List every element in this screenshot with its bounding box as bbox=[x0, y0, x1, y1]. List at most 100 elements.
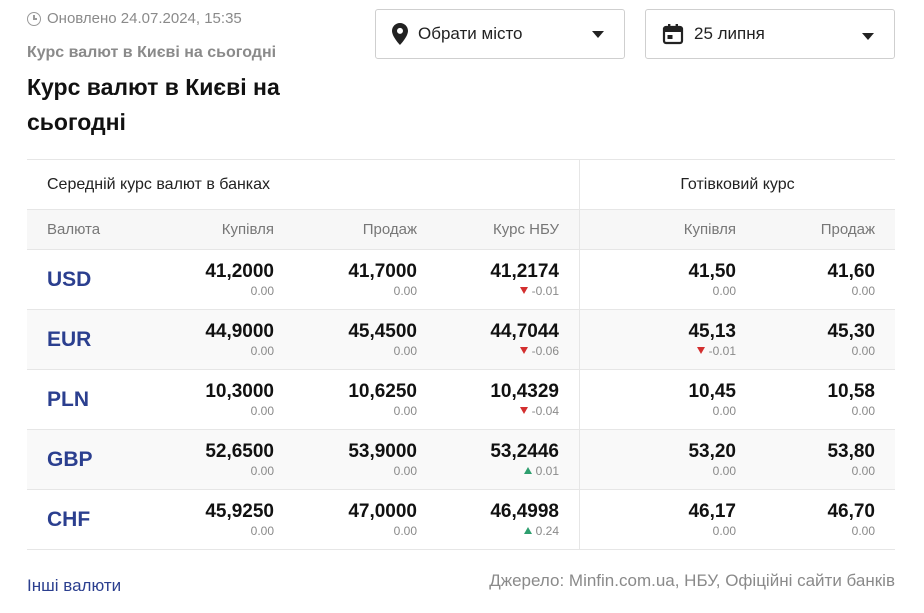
table-row: PLN 10,3000 0.00 10,6250 0.00 10,4329 -0.04 10,… bbox=[27, 370, 895, 430]
bank-buy-value-group: 52,6500 0.00 bbox=[205, 430, 274, 489]
bank-buy-change-text: 0.00 bbox=[250, 403, 274, 418]
arrow-down-icon bbox=[519, 287, 528, 294]
calendar-icon bbox=[662, 24, 684, 45]
nbu-rate-cell: 44,7044 -0.06 bbox=[417, 310, 580, 369]
col-cash-buy: Купівля bbox=[683, 221, 736, 238]
bank-buy-cell: 45,9250 0.00 bbox=[127, 490, 274, 549]
cash-sell-cell: 53,80 0.00 bbox=[736, 430, 895, 489]
cash-buy-change-text: 0.00 bbox=[712, 523, 736, 538]
table-column-headers: Валюта Купівля Продаж Курс НБУ Купівля П… bbox=[27, 210, 895, 250]
nbu-rate-change-text: 0.24 bbox=[535, 523, 559, 538]
bank-sell-value-group: 47,0000 0.00 bbox=[348, 490, 417, 549]
cash-sell-value: 46,70 bbox=[827, 500, 875, 522]
currency-code-link[interactable]: EUR bbox=[47, 328, 91, 352]
cash-buy-cell: 41,50 0.00 bbox=[580, 250, 736, 309]
col-nbu: Курс НБУ bbox=[417, 210, 580, 249]
cash-sell-change-text: 0.00 bbox=[851, 463, 875, 478]
bank-buy-change: 0.00 bbox=[251, 283, 274, 299]
bank-sell-change: 0.00 bbox=[394, 403, 417, 419]
bank-buy-change-text: 0.00 bbox=[250, 283, 274, 298]
arrow-up-icon bbox=[523, 527, 532, 534]
bank-sell-value: 45,4500 bbox=[348, 320, 417, 342]
nbu-rate-cell: 53,2446 0.01 bbox=[417, 430, 580, 489]
arrow-down-icon bbox=[519, 407, 528, 414]
bank-sell-value: 41,7000 bbox=[348, 260, 417, 282]
table-body: USD 41,2000 0.00 41,7000 0.00 41,2174 -0.01 41,… bbox=[27, 250, 895, 550]
city-select[interactable]: Обрати місто bbox=[375, 9, 625, 59]
bank-sell-cell: 47,0000 0.00 bbox=[274, 490, 417, 549]
nbu-rate-value-group: 53,2446 0.01 bbox=[490, 430, 559, 489]
currency-code-link[interactable]: GBP bbox=[47, 448, 93, 472]
page-title: Курс валют в Києві на сьогодні bbox=[27, 74, 280, 135]
city-select-label: Обрати місто bbox=[418, 24, 523, 43]
bank-sell-value-group: 45,4500 0.00 bbox=[348, 310, 417, 369]
cash-sell-cell: 46,70 0.00 bbox=[736, 490, 895, 549]
cash-buy-value-group: 45,13 -0.01 bbox=[688, 310, 736, 369]
nbu-rate-cell: 41,2174 -0.01 bbox=[417, 250, 580, 309]
cash-sell-value: 45,30 bbox=[827, 320, 875, 342]
bank-buy-value-group: 44,9000 0.00 bbox=[205, 310, 274, 369]
cash-buy-change: 0.00 bbox=[713, 403, 736, 419]
nbu-rate-value: 41,2174 bbox=[490, 260, 559, 282]
currency-code-link[interactable]: USD bbox=[47, 268, 91, 292]
nbu-rate-cell: 46,4998 0.24 bbox=[417, 490, 580, 549]
currency-code-link[interactable]: CHF bbox=[47, 508, 90, 532]
cash-buy-change: 0.00 bbox=[713, 283, 736, 299]
table-row: CHF 45,9250 0.00 47,0000 0.00 46,4998 0.24 46,1… bbox=[27, 490, 895, 550]
cash-sell-change-text: 0.00 bbox=[851, 283, 875, 298]
breadcrumb-subtitle: Курс валют в Києві на сьогодні bbox=[27, 44, 277, 61]
chevron-down-icon bbox=[862, 33, 874, 40]
nbu-rate-value-group: 46,4998 0.24 bbox=[490, 490, 559, 549]
bank-buy-change-text: 0.00 bbox=[250, 523, 274, 538]
cash-buy-change: -0.01 bbox=[696, 343, 736, 359]
nbu-rate-change-text: -0.06 bbox=[531, 343, 559, 358]
cash-sell-change: 0.00 bbox=[852, 403, 875, 419]
nbu-rate-value-group: 41,2174 -0.01 bbox=[490, 250, 559, 309]
bank-sell-change: 0.00 bbox=[394, 463, 417, 479]
updated-text: Оновлено 24.07.2024, 15:35 bbox=[47, 10, 242, 27]
bank-sell-value: 10,6250 bbox=[348, 380, 417, 402]
cash-buy-change-text: -0.01 bbox=[708, 343, 736, 358]
bank-sell-cell: 41,7000 0.00 bbox=[274, 250, 417, 309]
cash-sell-value-group: 10,58 0.00 bbox=[827, 370, 875, 429]
cash-buy-value: 45,13 bbox=[688, 320, 736, 342]
arrow-down-icon bbox=[696, 347, 705, 354]
date-select[interactable]: 25 липня bbox=[645, 9, 895, 59]
cash-buy-change: 0.00 bbox=[713, 523, 736, 539]
table-group-header: Середній курс валют в банках Готівковий … bbox=[27, 159, 895, 210]
bank-sell-change: 0.00 bbox=[394, 283, 417, 299]
bank-sell-cell: 53,9000 0.00 bbox=[274, 430, 417, 489]
bank-sell-change-text: 0.00 bbox=[393, 403, 417, 418]
col-currency: Валюта bbox=[47, 221, 101, 238]
bank-buy-value: 44,9000 bbox=[205, 320, 274, 342]
arrow-up-icon bbox=[523, 467, 532, 474]
cash-sell-change: 0.00 bbox=[852, 463, 875, 479]
cash-buy-change-text: 0.00 bbox=[712, 403, 736, 418]
cash-buy-cell: 46,17 0.00 bbox=[580, 490, 736, 549]
bank-sell-value-group: 53,9000 0.00 bbox=[348, 430, 417, 489]
table-row: EUR 44,9000 0.00 45,4500 0.00 44,7044 -0.06 45,… bbox=[27, 310, 895, 370]
cash-buy-value-group: 53,20 0.00 bbox=[688, 430, 736, 489]
col-cash-sell: Продаж bbox=[820, 221, 875, 238]
cash-sell-cell: 41,60 0.00 bbox=[736, 250, 895, 309]
cash-buy-cell: 53,20 0.00 bbox=[580, 430, 736, 489]
bank-sell-change: 0.00 bbox=[394, 343, 417, 359]
cash-buy-change: 0.00 bbox=[713, 463, 736, 479]
cash-buy-value: 53,20 bbox=[688, 440, 736, 462]
bank-buy-change-text: 0.00 bbox=[250, 463, 274, 478]
bank-buy-value-group: 10,3000 0.00 bbox=[205, 370, 274, 429]
nbu-rate-change: -0.01 bbox=[519, 283, 559, 299]
currency-code-link[interactable]: PLN bbox=[47, 388, 89, 412]
table-row: GBP 52,6500 0.00 53,9000 0.00 53,2446 0.01 53,2… bbox=[27, 430, 895, 490]
nbu-rate-value: 44,7044 bbox=[490, 320, 559, 342]
col-bank-sell: Продаж bbox=[362, 221, 417, 238]
cash-sell-change-text: 0.00 bbox=[851, 403, 875, 418]
map-pin-icon bbox=[392, 23, 408, 45]
table-row: USD 41,2000 0.00 41,7000 0.00 41,2174 -0.01 41,… bbox=[27, 250, 895, 310]
nbu-rate-value-group: 10,4329 -0.04 bbox=[490, 370, 559, 429]
bank-rates-group-header: Середній курс валют в банках bbox=[27, 160, 580, 209]
currency-cell: CHF bbox=[27, 490, 127, 549]
nbu-rate-value: 46,4998 bbox=[490, 500, 559, 522]
other-currencies-link[interactable]: Інші валюти bbox=[27, 576, 121, 596]
currency-cell: PLN bbox=[27, 370, 127, 429]
